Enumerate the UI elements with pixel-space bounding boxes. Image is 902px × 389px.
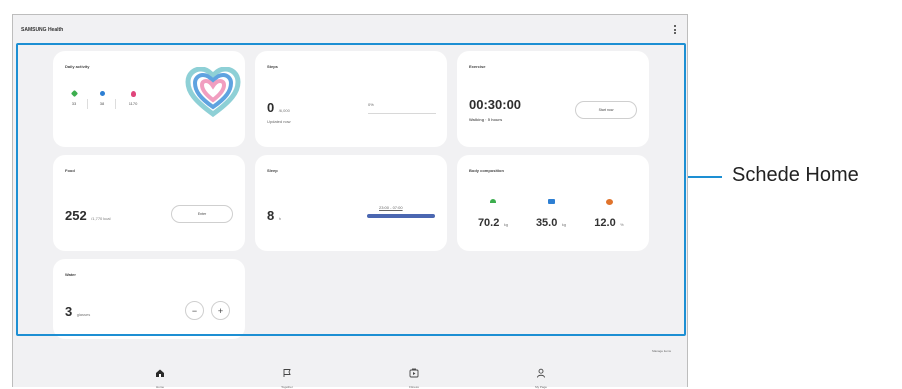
home-icon [156,369,164,377]
app-title: SAMSUNG Health [21,27,64,33]
tab-fitness[interactable]: Fitness [394,365,434,389]
home-tabs-highlight [16,43,686,336]
tab-together[interactable]: Together [267,365,307,389]
tab-label: Home [155,385,164,389]
tab-home[interactable]: Home [140,365,180,389]
flag-icon [283,369,291,377]
callout-line [688,176,722,178]
tab-label: Together [281,385,293,389]
fitness-icon [409,368,419,378]
tab-my-page[interactable]: My Page [521,365,561,389]
callout-label: Schede Home [732,164,859,186]
tab-label: My Page [535,385,547,389]
bottom-navigation: Home Together Fitness My Page [13,353,687,389]
tab-label: Fitness [409,385,419,389]
person-icon [537,368,545,378]
more-options-icon[interactable] [674,25,677,35]
